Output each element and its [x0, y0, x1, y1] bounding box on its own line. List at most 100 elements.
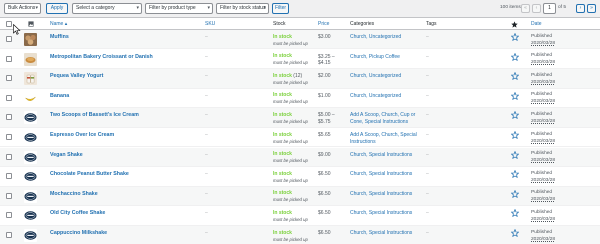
categories-links[interactable]: Church, Special Instructions — [350, 171, 430, 178]
product-name-link[interactable]: Banana — [50, 93, 69, 99]
featured-star-icon[interactable] — [511, 33, 519, 41]
select-all-checkbox[interactable] — [6, 21, 12, 27]
featured-star-icon[interactable] — [511, 131, 519, 139]
categories-line-1[interactable]: Church, Pickup Coffee — [350, 54, 400, 60]
date-status: Published — [531, 72, 553, 78]
row-checkbox[interactable] — [6, 75, 12, 82]
product-thumbnail[interactable] — [24, 111, 37, 125]
sku-value: – — [205, 73, 208, 80]
filter-button[interactable]: Filter — [272, 3, 289, 14]
product-name-link[interactable]: Metropolitan Bakery Croissant or Danish — [50, 54, 153, 60]
column-name[interactable]: Name ▴ — [50, 21, 67, 27]
product-name-link[interactable]: Old City Coffee Shake — [50, 210, 105, 216]
categories-links[interactable]: Church, Special Instructions — [350, 230, 430, 237]
categories-line-2[interactable]: Instructions — [350, 139, 376, 145]
categories-line-1[interactable]: Church, Uncategorized — [350, 93, 401, 99]
last-page-button[interactable]: » — [587, 4, 596, 13]
featured-star-icon[interactable] — [511, 91, 519, 100]
categories-line-1[interactable]: Church, Uncategorized — [350, 34, 401, 40]
featured-star-icon[interactable] — [511, 209, 519, 218]
row-checkbox[interactable] — [6, 173, 12, 180]
featured-star-icon[interactable] — [511, 150, 519, 159]
product-name-link[interactable]: Espresso Over Ice Cream — [50, 132, 114, 138]
categories-links[interactable]: Church, Uncategorized — [350, 34, 430, 41]
sku-value: – — [205, 190, 208, 197]
product-name-link[interactable]: Cappuccino Milkshake — [50, 230, 107, 236]
bulk-actions-select[interactable]: Bulk Actions ▾ — [4, 3, 41, 14]
product-thumbnail[interactable] — [24, 91, 37, 105]
apply-button[interactable]: Apply — [46, 3, 68, 14]
featured-star-icon[interactable] — [511, 229, 519, 237]
product-name-link[interactable]: Muffins — [50, 34, 69, 40]
product-name-link[interactable]: Vegan Shake — [50, 152, 83, 158]
page-total: of 5 — [558, 5, 567, 10]
tags-value: – — [426, 190, 429, 197]
category-select[interactable]: Select a category ▾ — [72, 3, 142, 14]
categories-line-2[interactable]: Cone, Special Instructions — [350, 119, 408, 125]
row-checkbox[interactable] — [6, 232, 12, 238]
product-name-link[interactable]: Pequea Valley Yogurt — [50, 73, 103, 79]
product-thumbnail[interactable] — [24, 170, 37, 184]
tags-value: – — [426, 53, 429, 60]
categories-links[interactable]: Church, Special Instructions — [350, 210, 430, 217]
categories-line-1[interactable]: Add A Scoop, Church, Cup or — [350, 112, 415, 118]
stock-status: In stock — [273, 112, 292, 118]
date-value: 2020/03/28 — [531, 118, 556, 124]
product-type-select[interactable]: Filter by product type ▾ — [145, 3, 213, 14]
tags-value: – — [426, 112, 429, 119]
categories-line-1[interactable]: Church, Uncategorized — [350, 73, 401, 79]
categories-line-1[interactable]: Church, Special Instructions — [350, 191, 412, 197]
column-sku[interactable]: SKU — [205, 21, 215, 27]
row-checkbox[interactable] — [6, 192, 12, 199]
categories-line-1[interactable]: Church, Special Instructions — [350, 152, 412, 158]
product-name-link[interactable]: Two Scoops of Bassett's Ice Cream — [50, 112, 139, 118]
categories-links[interactable]: Church, Special Instructions — [350, 191, 430, 198]
categories-links[interactable]: Church, Uncategorized — [350, 73, 430, 80]
stock-status-label: In stock — [273, 92, 292, 99]
product-thumbnail[interactable] — [24, 72, 37, 86]
categories-line-1[interactable]: Church, Special Instructions — [350, 171, 412, 177]
prev-page-button[interactable]: ‹ — [532, 4, 541, 13]
categories-line-1[interactable]: Church, Special Instructions — [350, 210, 412, 216]
row-checkbox[interactable] — [6, 134, 12, 140]
featured-star-icon[interactable] — [511, 52, 519, 61]
featured-star-icon[interactable] — [511, 189, 519, 198]
row-checkbox[interactable] — [6, 94, 12, 101]
date-value: 2020/03/28 — [531, 99, 556, 105]
product-thumbnail[interactable] — [24, 189, 37, 203]
product-thumbnail[interactable] — [24, 131, 37, 144]
featured-star-icon[interactable] — [511, 111, 519, 120]
featured-star-icon[interactable] — [511, 170, 519, 179]
date-value: 2020/03/28 — [531, 216, 556, 222]
categories-links[interactable]: Church, Uncategorized — [350, 93, 430, 100]
stock-status: In stock — [273, 53, 292, 59]
categories-links[interactable]: Add A Scoop, Church, Cup or Cone, Special… — [350, 112, 430, 125]
categories-links[interactable]: Church, Special Instructions — [350, 152, 430, 159]
product-name-link[interactable]: Chocolate Peanut Butter Shake — [50, 171, 129, 177]
column-date[interactable]: Date — [531, 21, 542, 27]
product-thumbnail[interactable] — [24, 33, 37, 46]
categories-links[interactable]: Add A Scoop, Church, Special Instructions — [350, 132, 430, 145]
product-thumbnail[interactable] — [24, 209, 37, 223]
next-page-button[interactable]: › — [576, 4, 585, 13]
categories-links[interactable]: Church, Pickup Coffee — [350, 54, 430, 61]
product-thumbnail[interactable] — [24, 52, 37, 66]
product-thumbnail[interactable] — [24, 229, 37, 242]
column-price[interactable]: Price — [318, 21, 329, 27]
featured-star-icon[interactable] — [511, 20, 518, 28]
current-page-input[interactable]: 1 — [543, 3, 556, 14]
row-checkbox[interactable] — [6, 36, 12, 42]
stock-status-select[interactable]: Filter by stock status ▾ — [216, 3, 269, 14]
row-checkbox[interactable] — [6, 55, 12, 62]
product-thumbnail[interactable] — [24, 150, 37, 164]
price-line-1: $6.50 — [318, 190, 331, 197]
price-value: $6.50 — [318, 191, 331, 198]
row-checkbox[interactable] — [6, 153, 12, 160]
featured-star-icon[interactable] — [511, 72, 519, 81]
categories-line-1[interactable]: Church, Special Instructions — [350, 230, 412, 236]
categories-line-1[interactable]: Add A Scoop, Church, Special — [350, 132, 417, 138]
row-checkbox[interactable] — [6, 114, 12, 121]
product-name-link[interactable]: Mochaccino Shake — [50, 191, 98, 197]
first-page-button[interactable]: « — [521, 4, 530, 13]
row-checkbox[interactable] — [6, 212, 12, 219]
